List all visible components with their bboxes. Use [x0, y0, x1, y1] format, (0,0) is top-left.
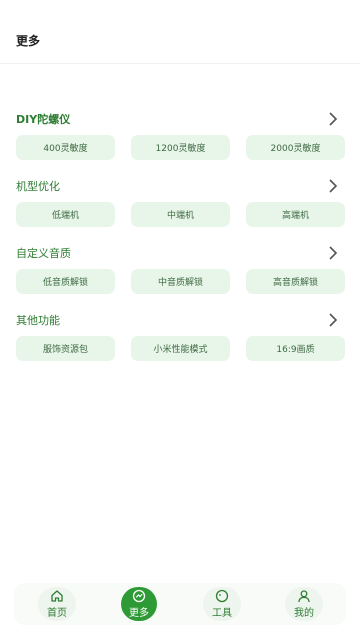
more-page: 更多 DIY陀螺仪 400灵敏度 1200灵敏度 2000灵敏度 机型优化 低端… — [0, 0, 360, 640]
section-header[interactable]: 机型优化 — [0, 178, 360, 198]
chevron-right-icon[interactable] — [326, 312, 340, 328]
tab-label: 更多 — [129, 608, 149, 619]
section-other-features: 其他功能 服饰资源包 小米性能模式 16:9画质 — [0, 312, 360, 361]
option-chip[interactable]: 低端机 — [16, 202, 115, 227]
option-row: 低端机 中端机 高端机 — [16, 202, 345, 227]
tab-more[interactable]: 更多 — [121, 587, 157, 621]
option-chip[interactable]: 高端机 — [246, 202, 345, 227]
home-icon — [51, 590, 63, 602]
option-chip[interactable]: 2000灵敏度 — [246, 135, 345, 160]
section-header[interactable]: 自定义音质 — [0, 245, 360, 265]
compass-icon — [132, 589, 146, 603]
chevron-right-icon[interactable] — [326, 111, 340, 127]
option-chip[interactable]: 高音质解锁 — [246, 269, 345, 294]
section-header[interactable]: 其他功能 — [0, 312, 360, 332]
section-title: 其他功能 — [16, 314, 60, 327]
option-row: 低音质解锁 中音质解锁 高音质解锁 — [16, 269, 345, 294]
section-diy-gyro: DIY陀螺仪 400灵敏度 1200灵敏度 2000灵敏度 — [0, 111, 360, 160]
option-chip[interactable]: 中端机 — [131, 202, 230, 227]
chevron-right-icon[interactable] — [326, 245, 340, 261]
chevron-right-icon[interactable] — [326, 178, 340, 194]
section-title: 机型优化 — [16, 180, 60, 193]
section-title: DIY陀螺仪 — [16, 113, 71, 126]
option-chip[interactable]: 16:9画质 — [246, 336, 345, 361]
tab-tools[interactable]: 工具 — [203, 587, 241, 621]
option-chip[interactable]: 中音质解锁 — [131, 269, 230, 294]
section-custom-audio: 自定义音质 低音质解锁 中音质解锁 高音质解锁 — [0, 245, 360, 294]
option-chip[interactable]: 小米性能模式 — [131, 336, 230, 361]
page-title: 更多 — [16, 34, 41, 48]
option-row: 服饰资源包 小米性能模式 16:9画质 — [16, 336, 345, 361]
tab-home[interactable]: 首页 — [38, 587, 76, 621]
option-chip[interactable]: 400灵敏度 — [16, 135, 115, 160]
tab-label: 首页 — [47, 608, 67, 619]
option-chip[interactable]: 低音质解锁 — [16, 269, 115, 294]
tab-label: 工具 — [212, 608, 232, 619]
compass-circle-icon — [215, 589, 229, 603]
bottom-tab-bar: 首页 更多 工具 我的 — [14, 583, 346, 625]
app-header: 更多 — [0, 0, 360, 64]
section-title: 自定义音质 — [16, 247, 71, 260]
option-chip[interactable]: 1200灵敏度 — [131, 135, 230, 160]
option-chip[interactable]: 服饰资源包 — [16, 336, 115, 361]
section-device-optimize: 机型优化 低端机 中端机 高端机 — [0, 178, 360, 227]
user-icon — [298, 590, 310, 603]
tab-mine[interactable]: 我的 — [285, 587, 323, 621]
option-row: 400灵敏度 1200灵敏度 2000灵敏度 — [16, 135, 345, 160]
tab-label: 我的 — [294, 608, 314, 619]
section-header[interactable]: DIY陀螺仪 — [0, 111, 360, 131]
